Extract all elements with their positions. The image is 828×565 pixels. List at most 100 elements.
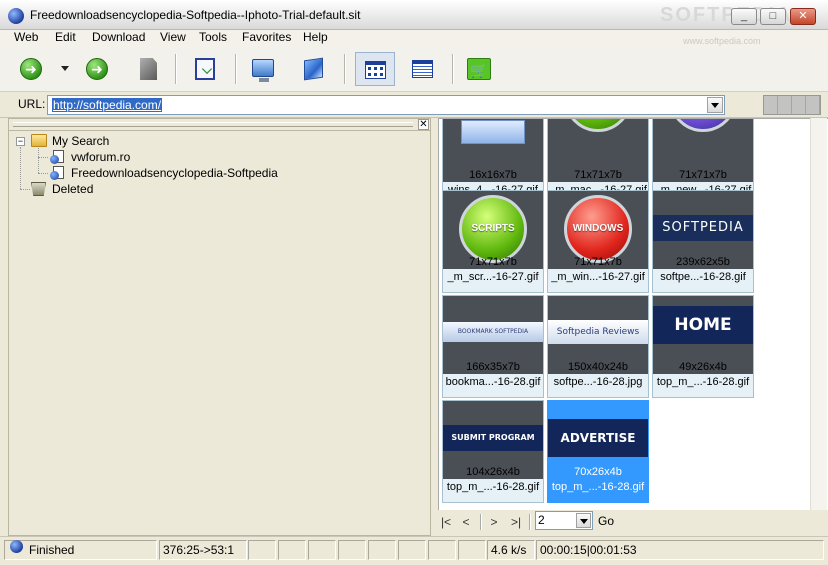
forward-button[interactable]: ➜: [82, 54, 112, 84]
close-button[interactable]: ✕: [790, 8, 816, 25]
url-value[interactable]: http://softpedia.com/: [52, 98, 163, 112]
thumbnail-view-icon: [365, 61, 386, 79]
bricks-icon: [763, 95, 821, 115]
thumbnail-item-selected[interactable]: ADVERTISE 70x26x4b top_m_...-16-28.gif: [547, 400, 649, 503]
globe-icon: [10, 540, 23, 553]
tree-connector: [20, 147, 21, 189]
tree-item-my-search[interactable]: My Search: [52, 133, 109, 149]
thumbnail-view-button[interactable]: [355, 52, 395, 86]
monitor-icon: [252, 59, 274, 82]
edit-button[interactable]: [190, 54, 220, 84]
thumbnail-item[interactable]: Softpedia Reviews 150x40x24b softpe...-1…: [547, 295, 649, 398]
thumbnail-name: _m_scr...-16-27.gif: [447, 271, 539, 283]
status-panel: [398, 540, 426, 560]
thumbnail-item[interactable]: SUBMIT PROGRAM 104x26x4b top_m_...-16-28…: [442, 400, 544, 503]
title-bar: Freedownloadsencyclopedia-Softpedia--Iph…: [0, 0, 828, 30]
thumbnail-item[interactable]: SCRIPTS 71x71x7b _m_scr...-16-27.gif: [442, 190, 544, 293]
pager-separator: [480, 514, 482, 530]
tree-item-deleted[interactable]: Deleted: [52, 181, 93, 197]
cart-icon: 🛒: [467, 58, 491, 80]
window-title: Freedownloadsencyclopedia-Softpedia--Iph…: [30, 8, 361, 22]
status-text: Finished: [4, 540, 157, 560]
thumbnail-size: 104x26x4b: [466, 466, 520, 478]
tree-collapse-toggle[interactable]: −: [16, 137, 25, 146]
tree-item-freedownloads[interactable]: Freedownloadsencyclopedia-Softpedia: [71, 165, 278, 181]
go-button[interactable]: Go: [598, 514, 614, 528]
minimize-button[interactable]: _: [731, 8, 757, 25]
trash-icon: [31, 182, 46, 196]
next-page-button[interactable]: >: [486, 514, 502, 530]
toolbar-separator: [235, 54, 237, 84]
first-page-button[interactable]: |<: [438, 514, 454, 530]
tree-connector: [38, 173, 48, 174]
prev-page-button[interactable]: <: [458, 514, 474, 530]
list-view-icon: [412, 60, 433, 78]
pane-splitter[interactable]: [431, 118, 438, 536]
status-panel: [308, 540, 336, 560]
close-pane-icon[interactable]: ✕: [418, 119, 429, 130]
url-input[interactable]: http://softpedia.com/: [47, 95, 725, 115]
list-view-button[interactable]: [407, 54, 437, 84]
toolbar-separator: [344, 54, 346, 84]
tree-connector: [38, 148, 39, 173]
pager: |< < > >| 2 Go: [438, 510, 828, 536]
thumbnail-size: 71x71x7b: [574, 256, 622, 268]
menu-tools[interactable]: Tools: [197, 30, 229, 48]
site-icon: [50, 150, 66, 164]
thumbnail-item[interactable]: BOOKMARK SOFTPEDIA 166x35x7b bookma...-1…: [442, 295, 544, 398]
thumbnail-name: top_m_...-16-28.gif: [656, 376, 750, 388]
thumbnail-pane: 16x16x7b wins_4...-16-27.gif 71x71x7b _m…: [438, 118, 828, 510]
cart-button[interactable]: 🛒: [464, 54, 494, 84]
edit-icon: [195, 58, 215, 80]
toolbar: ➜ ➜ 🛒: [0, 48, 828, 92]
toolbar-separator: [175, 54, 177, 84]
menu-download[interactable]: Download: [90, 30, 147, 48]
url-bar: URL: http://softpedia.com/: [0, 92, 828, 118]
thumbnail-name: _m_win...-16-27.gif: [551, 271, 645, 283]
forward-arrow-icon: ➜: [86, 58, 108, 80]
url-dropdown-button[interactable]: [707, 97, 723, 113]
menu-view[interactable]: View: [158, 30, 188, 48]
thumbnail-scrollbar[interactable]: [810, 118, 827, 510]
thumbnail-name: softpe...-16-28.jpg: [553, 376, 643, 388]
thumbnail-size: 71x71x7b: [679, 169, 727, 181]
stop-button[interactable]: [133, 54, 163, 84]
last-page-button[interactable]: >|: [508, 514, 524, 530]
page-select[interactable]: 2: [535, 511, 593, 530]
app-icon: [8, 8, 24, 24]
monitor-button[interactable]: [248, 54, 278, 84]
thumbnail-item[interactable]: WINDOWS 71x71x7b _m_win...-16-27.gif: [547, 190, 649, 293]
status-time: 00:00:15|00:01:53: [536, 540, 824, 560]
status-bar: Finished 376:25->53:1 4.6 k/s 00:00:15|0…: [0, 536, 828, 565]
tree-connector: [20, 189, 30, 190]
thumbnail-size: 166x35x7b: [466, 361, 520, 373]
menu-edit[interactable]: Edit: [53, 30, 78, 48]
thumbnail-name: top_m_...-16-28.gif: [446, 481, 540, 493]
thumbnail-name: top_m_...-16-28.gif: [551, 481, 645, 493]
thumbnail-size: 150x40x24b: [568, 361, 628, 373]
maximize-button[interactable]: □: [760, 8, 786, 25]
thumbnail-size: 71x71x7b: [574, 169, 622, 181]
tree-pane-header: ✕: [9, 119, 430, 131]
url-label: URL:: [18, 97, 46, 111]
tree-item-vwforum[interactable]: vwforum.ro: [71, 149, 130, 165]
back-button[interactable]: ➜: [16, 54, 46, 84]
pane-grip[interactable]: [13, 122, 413, 127]
site-icon: [50, 166, 66, 180]
thumbnail-size: 70x26x4b: [574, 466, 622, 478]
status-position: 376:25->53:1: [159, 540, 247, 560]
menu-help[interactable]: Help: [301, 30, 330, 48]
menu-web[interactable]: Web: [12, 30, 40, 48]
thumbnail-item[interactable]: SOFTPEDIA 239x62x5b softpe...-16-28.gif: [652, 190, 754, 293]
map-button[interactable]: [298, 54, 328, 84]
back-history-dropdown[interactable]: [61, 66, 69, 71]
thumbnail-name: bookma...-16-28.gif: [445, 376, 541, 388]
menu-favorites[interactable]: Favorites: [240, 30, 293, 48]
thumbnail-item[interactable]: HOME 49x26x4b top_m_...-16-28.gif: [652, 295, 754, 398]
folder-icon: [31, 134, 47, 147]
status-speed: 4.6 k/s: [487, 540, 535, 560]
page-select-dropdown[interactable]: [576, 513, 591, 528]
thumbnail-size: 71x71x7b: [469, 256, 517, 268]
status-panel: [248, 540, 276, 560]
pager-separator: [529, 514, 531, 530]
